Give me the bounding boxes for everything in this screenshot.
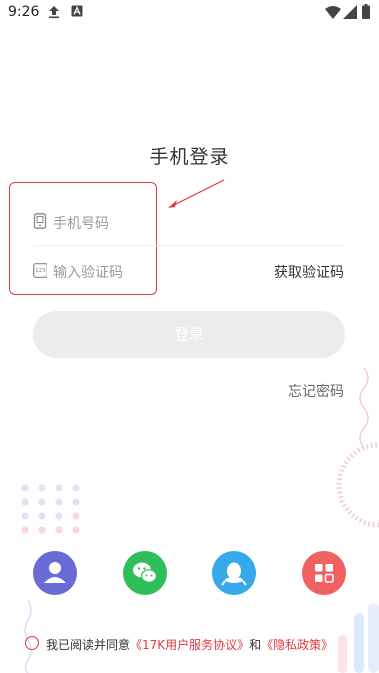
page-title: 手机登录 xyxy=(149,146,230,168)
field-divider xyxy=(33,245,344,246)
wechat-login-button[interactable] xyxy=(123,551,167,595)
more-login-button[interactable] xyxy=(302,551,346,595)
person-icon xyxy=(44,562,66,583)
user-agreement-link[interactable]: 《17K用户服务协议》 xyxy=(130,638,249,652)
upload-icon xyxy=(49,6,59,19)
svg-text:123: 123 xyxy=(35,268,46,274)
login-button[interactable]: 登录 xyxy=(33,311,345,358)
get-code-button[interactable]: 获取验证码 xyxy=(274,262,344,282)
keyboard-a-icon xyxy=(71,5,83,17)
decor-wave-top xyxy=(359,368,369,448)
privacy-policy-link[interactable]: 《隐私政策》 xyxy=(261,638,333,652)
code-input[interactable]: 输入验证码 xyxy=(53,262,123,282)
phone-field[interactable]: 手机号码 xyxy=(33,205,253,237)
forgot-password-link[interactable]: 忘记密码 xyxy=(288,381,344,401)
wechat-icon xyxy=(133,562,158,583)
agreement-text: 我已阅读并同意《17K用户服务协议》和《隐私政策》 xyxy=(46,636,333,653)
decor-dotted-arc xyxy=(336,442,379,528)
qq-login-button[interactable] xyxy=(212,551,256,595)
code-field[interactable]: 123 输入验证码 xyxy=(33,254,253,286)
agreement-and: 和 xyxy=(249,638,262,652)
account-login-button[interactable] xyxy=(33,551,77,595)
decor-dot-grid xyxy=(21,484,80,534)
battery-icon xyxy=(362,4,370,19)
phone-icon xyxy=(33,213,47,229)
status-time: 9:26 xyxy=(8,4,40,20)
qq-icon xyxy=(221,562,247,586)
phone-input[interactable]: 手机号码 xyxy=(53,213,109,233)
apps-grid-icon xyxy=(315,564,334,583)
status-bar: 9:26 xyxy=(0,0,379,26)
wifi-icon xyxy=(325,6,341,19)
keypad-icon: 123 xyxy=(33,263,47,278)
decor-bars xyxy=(338,603,379,673)
agreement-prefix: 我已阅读并同意 xyxy=(46,638,131,652)
agreement-checkbox[interactable] xyxy=(25,636,39,650)
signal-icon xyxy=(343,5,357,19)
